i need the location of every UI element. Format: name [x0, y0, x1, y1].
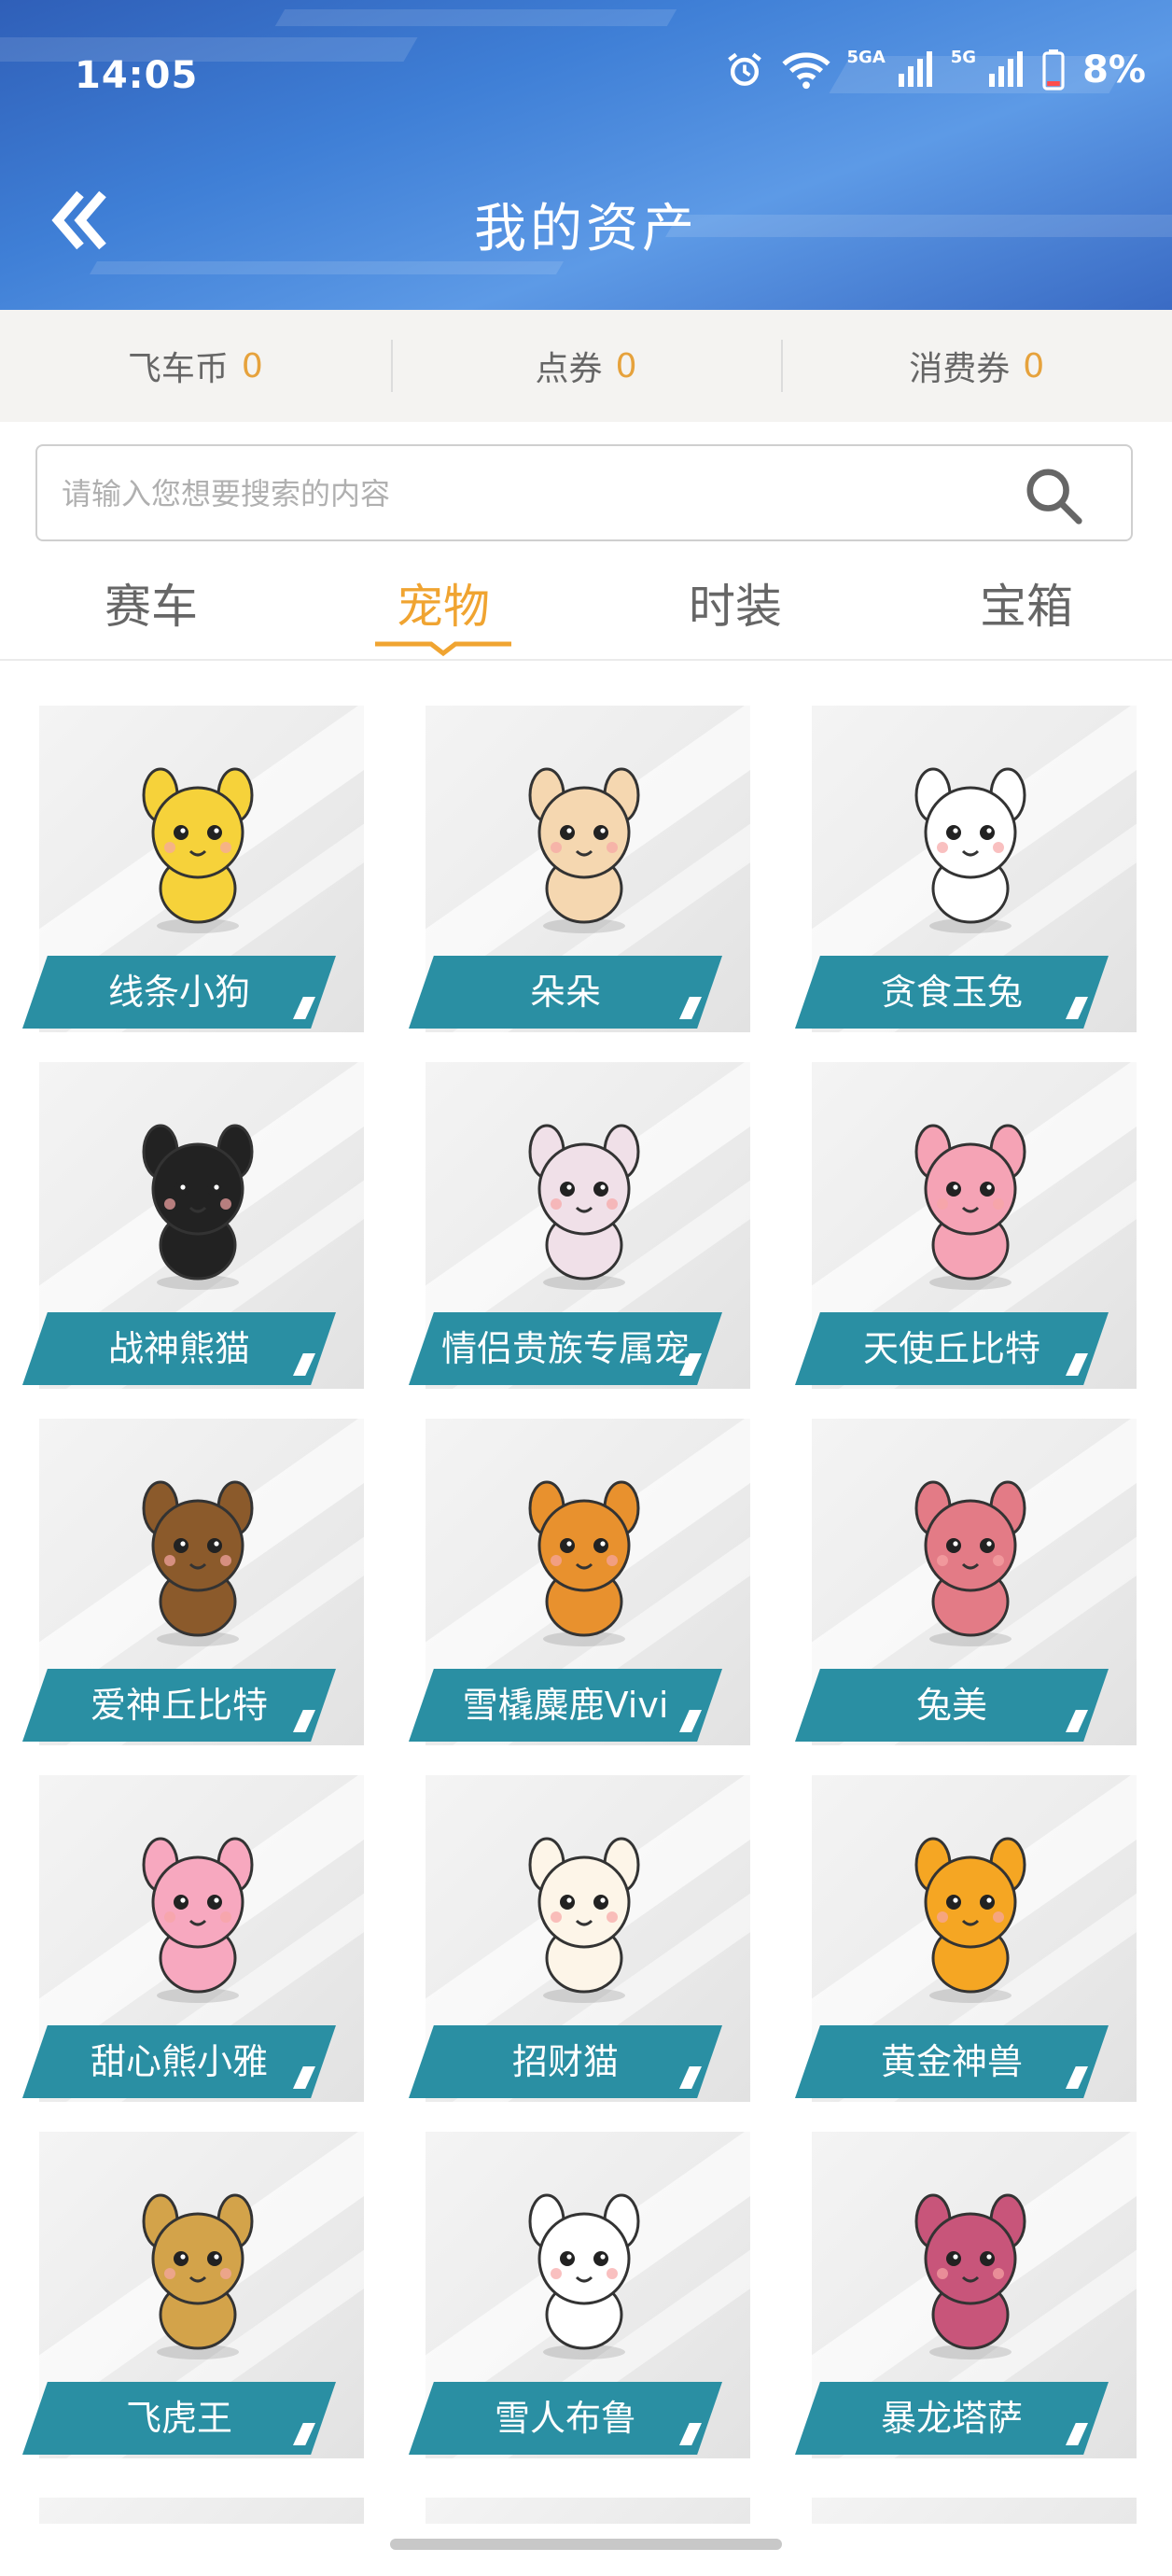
pet-name: 贪食玉兔 — [795, 956, 1109, 1029]
pet-name: 招财猫 — [409, 2025, 722, 2098]
pet-image — [142, 1837, 254, 2003]
pet-image — [528, 1124, 640, 1290]
currency-label: 飞车币 — [127, 350, 229, 388]
pet-image — [142, 1124, 254, 1290]
partial-card — [812, 2498, 1137, 2524]
pet-image — [914, 1480, 1026, 1646]
pet-card[interactable]: 兔美 — [795, 1415, 1142, 1753]
partial-card — [426, 2498, 750, 2524]
battery-icon — [1042, 49, 1065, 91]
pet-card[interactable]: 甜心熊小雅 — [22, 1771, 370, 2109]
currency-value: 0 — [615, 346, 637, 385]
alarm-icon — [727, 52, 761, 86]
currency-value: 0 — [241, 346, 263, 385]
pet-image — [142, 2193, 254, 2359]
pet-name: 爱神丘比特 — [22, 1669, 336, 1742]
pet-name: 黄金神兽 — [795, 2025, 1109, 2098]
currency-bar: 飞车币 0 点券 0 消费券 0 — [0, 310, 1172, 422]
currency-feichebi: 飞车币 0 — [0, 310, 391, 422]
battery-percent: 8% — [1082, 49, 1146, 91]
currency-label: 消费券 — [909, 350, 1011, 388]
currency-label: 点券 — [535, 350, 603, 388]
pet-name: 兔美 — [795, 1669, 1109, 1742]
search-icon[interactable] — [1025, 467, 1082, 525]
app-header: 14:05 5GA 5G 8% 我的资产 — [0, 0, 1172, 310]
pet-card[interactable]: 朵朵 — [409, 702, 756, 1040]
pet-image — [528, 767, 640, 933]
pet-card[interactable]: 情侣贵族专属宠 — [409, 1058, 756, 1396]
currency-value: 0 — [1023, 346, 1045, 385]
pet-name: 雪人布鲁 — [409, 2382, 722, 2455]
pet-image — [142, 1480, 254, 1646]
currency-xiaofeiquan: 消费券 0 — [781, 310, 1172, 422]
signal-label-2: 5G — [950, 47, 977, 67]
pet-image — [914, 2193, 1026, 2359]
pet-name: 情侣贵族专属宠 — [409, 1312, 722, 1385]
pet-name: 雪橇麋鹿Vivi — [409, 1669, 722, 1742]
status-time: 14:05 — [75, 54, 199, 97]
signal-icon — [989, 51, 1024, 87]
pet-card[interactable]: 雪橇麋鹿Vivi — [409, 1415, 756, 1753]
pet-name: 甜心熊小雅 — [22, 2025, 336, 2098]
home-indicator[interactable] — [390, 2539, 782, 2550]
pet-card[interactable]: 天使丘比特 — [795, 1058, 1142, 1396]
tab-chests[interactable]: 宝箱 — [933, 569, 1120, 637]
pet-name: 天使丘比特 — [795, 1312, 1109, 1385]
pet-name: 飞虎王 — [22, 2382, 336, 2455]
pet-card[interactable]: 飞虎王 — [22, 2128, 370, 2466]
pet-image — [914, 767, 1026, 933]
page-title: 我的资产 — [474, 199, 698, 259]
tab-fashion[interactable]: 时装 — [642, 569, 829, 637]
pet-name: 线条小狗 — [22, 956, 336, 1029]
tab-cars[interactable]: 赛车 — [58, 569, 244, 637]
active-tab-indicator — [375, 641, 511, 657]
pet-card[interactable]: 雪人布鲁 — [409, 2128, 756, 2466]
wifi-icon — [781, 52, 830, 90]
signal-label-1: 5GA — [846, 47, 886, 67]
search-input[interactable] — [60, 446, 997, 541]
pet-name: 朵朵 — [409, 956, 722, 1029]
pet-image — [528, 1837, 640, 2003]
status-icons: 5GA 5G 8% — [724, 47, 1146, 91]
signal-icon — [898, 51, 932, 87]
pet-image — [528, 1480, 640, 1646]
pet-name: 战神熊猫 — [22, 1312, 336, 1385]
pet-card[interactable]: 暴龙塔萨 — [795, 2128, 1142, 2466]
partial-card — [39, 2498, 364, 2524]
pet-card[interactable]: 线条小狗 — [22, 702, 370, 1040]
pet-image — [528, 2193, 640, 2359]
pet-image — [914, 1837, 1026, 2003]
pet-name: 暴龙塔萨 — [795, 2382, 1109, 2455]
pet-image — [142, 767, 254, 933]
pet-card[interactable]: 黄金神兽 — [795, 1771, 1142, 2109]
pet-card[interactable]: 贪食玉兔 — [795, 702, 1142, 1040]
tab-pets[interactable]: 宠物 — [350, 569, 537, 637]
pet-card[interactable]: 招财猫 — [409, 1771, 756, 2109]
pet-card[interactable]: 战神熊猫 — [22, 1058, 370, 1396]
category-tabs: 赛车 宠物 时装 宝箱 — [0, 551, 1172, 661]
pet-card[interactable]: 爱神丘比特 — [22, 1415, 370, 1753]
search-box — [35, 444, 1133, 541]
currency-dianquan: 点券 0 — [390, 310, 782, 422]
pet-image — [914, 1124, 1026, 1290]
